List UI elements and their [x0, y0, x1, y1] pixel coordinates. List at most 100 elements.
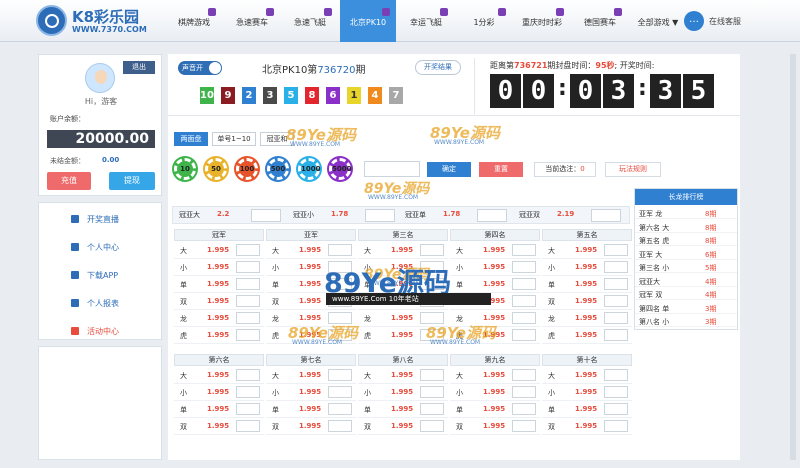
bet-row[interactable]: 虎 1.995: [542, 327, 632, 344]
bet-amount-field[interactable]: [604, 420, 628, 432]
sidebar-item-4[interactable]: 活动中心: [39, 321, 163, 343]
sidebar-item-1[interactable]: 个人中心: [39, 237, 163, 259]
sidebar-item-0[interactable]: 开奖直播: [39, 209, 163, 231]
chip-1000[interactable]: 1000: [298, 158, 320, 180]
bet-amount-field[interactable]: [236, 329, 260, 341]
bet-row[interactable]: 大 1.995: [450, 367, 540, 384]
bet-row[interactable]: 单 1.995: [174, 276, 264, 293]
bet-amount-field[interactable]: [236, 244, 260, 256]
reset-button[interactable]: 重置: [479, 162, 523, 177]
sound-toggle[interactable]: 声音开: [178, 61, 222, 75]
bet-amount-field[interactable]: [236, 312, 260, 324]
bet-amount-field[interactable]: [420, 403, 444, 415]
bet-row[interactable]: 小 1.995: [174, 384, 264, 401]
bet-row[interactable]: 大 1.995: [542, 367, 632, 384]
logout-button[interactable]: 退出: [123, 61, 155, 74]
bet-amount-field[interactable]: [236, 295, 260, 307]
bet-amount-field[interactable]: [604, 403, 628, 415]
nav-item-6[interactable]: 重庆时时彩: [514, 0, 570, 42]
bet-row[interactable]: 单 1.995: [542, 401, 632, 418]
scrollbar[interactable]: [790, 54, 796, 460]
bet-row[interactable]: 小 1.995: [542, 384, 632, 401]
confirm-button[interactable]: 确定: [427, 162, 471, 177]
bet-amount-field[interactable]: [512, 403, 536, 415]
bet-row[interactable]: 小 1.995: [542, 259, 632, 276]
bet-amount-input[interactable]: [364, 161, 420, 177]
bet-row[interactable]: 大 1.995: [358, 242, 448, 259]
bet-amount-field[interactable]: [236, 278, 260, 290]
bet-amount-field[interactable]: [512, 295, 536, 307]
sum-bet-input[interactable]: [251, 209, 281, 222]
nav-item-5[interactable]: 1分彩: [456, 0, 512, 42]
bet-row[interactable]: 双 1.995: [174, 293, 264, 310]
bet-amount-field[interactable]: [512, 369, 536, 381]
bet-row[interactable]: 单 1.995: [266, 401, 356, 418]
chip-5000[interactable]: 5000: [329, 158, 351, 180]
rules-button[interactable]: 玩法规则: [605, 162, 661, 177]
bet-row[interactable]: 大 1.995: [174, 367, 264, 384]
sidebar-item-3[interactable]: 个人报表: [39, 293, 163, 315]
draw-result-button[interactable]: 开奖结果: [415, 60, 461, 75]
bet-row[interactable]: 双 1.995: [174, 418, 264, 435]
bet-amount-field[interactable]: [420, 420, 444, 432]
bet-amount-field[interactable]: [604, 312, 628, 324]
bet-amount-field[interactable]: [328, 369, 352, 381]
sum-bet-input[interactable]: [591, 209, 621, 222]
bet-amount-field[interactable]: [512, 244, 536, 256]
bet-amount-field[interactable]: [512, 420, 536, 432]
bet-amount-field[interactable]: [512, 278, 536, 290]
bet-amount-field[interactable]: [512, 312, 536, 324]
bet-amount-field[interactable]: [604, 278, 628, 290]
nav-item-7[interactable]: 德国赛车: [572, 0, 628, 42]
bet-amount-field[interactable]: [328, 386, 352, 398]
bet-amount-field[interactable]: [512, 329, 536, 341]
bet-row[interactable]: 大 1.995: [542, 242, 632, 259]
bet-amount-field[interactable]: [604, 244, 628, 256]
bet-row[interactable]: 大 1.995: [174, 242, 264, 259]
bet-row[interactable]: 大 1.995: [266, 367, 356, 384]
bet-row[interactable]: 单 1.995: [358, 401, 448, 418]
bet-amount-field[interactable]: [236, 386, 260, 398]
bet-row[interactable]: 虎 1.995: [174, 327, 264, 344]
site-logo[interactable]: K8彩乐园 WWW.7370.COM: [36, 5, 156, 37]
bet-row[interactable]: 单 1.995: [542, 276, 632, 293]
bet-row[interactable]: 双 1.995: [542, 418, 632, 435]
chip-10[interactable]: 10: [174, 158, 196, 180]
bet-amount-field[interactable]: [420, 386, 444, 398]
bet-row[interactable]: 大 1.995: [450, 242, 540, 259]
bet-amount-field[interactable]: [512, 386, 536, 398]
bet-amount-field[interactable]: [604, 369, 628, 381]
bet-amount-field[interactable]: [420, 369, 444, 381]
bet-row[interactable]: 双 1.995: [266, 418, 356, 435]
tab-0[interactable]: 两面盘: [174, 132, 208, 146]
bet-amount-field[interactable]: [328, 403, 352, 415]
bet-row[interactable]: 双 1.995: [542, 293, 632, 310]
bet-amount-field[interactable]: [420, 244, 444, 256]
bet-row[interactable]: 小 1.995: [266, 384, 356, 401]
bet-row[interactable]: 小 1.995: [358, 384, 448, 401]
bet-amount-field[interactable]: [512, 261, 536, 273]
chip-500[interactable]: 500: [267, 158, 289, 180]
nav-item-3[interactable]: 北京PK10: [340, 0, 396, 42]
bet-row[interactable]: 龙 1.995: [174, 310, 264, 327]
chip-100[interactable]: 100: [236, 158, 258, 180]
online-service[interactable]: … 在线客服: [684, 11, 774, 33]
chip-50[interactable]: 50: [205, 158, 227, 180]
bet-row[interactable]: 小 1.995: [174, 259, 264, 276]
bet-row[interactable]: 单 1.995: [174, 401, 264, 418]
bet-amount-field[interactable]: [236, 261, 260, 273]
sum-bet-input[interactable]: [365, 209, 395, 222]
bet-amount-field[interactable]: [328, 244, 352, 256]
bet-row[interactable]: 双 1.995: [450, 418, 540, 435]
bet-amount-field[interactable]: [604, 295, 628, 307]
nav-item-1[interactable]: 急速赛车: [224, 0, 280, 42]
bet-amount-field[interactable]: [604, 329, 628, 341]
bet-amount-field[interactable]: [236, 369, 260, 381]
bet-amount-field[interactable]: [604, 386, 628, 398]
tab-1[interactable]: 单号1~10: [212, 132, 256, 146]
sum-bet-input[interactable]: [477, 209, 507, 222]
bet-row[interactable]: 双 1.995: [358, 418, 448, 435]
bet-row[interactable]: 龙 1.995: [542, 310, 632, 327]
bet-amount-field[interactable]: [236, 420, 260, 432]
bet-amount-field[interactable]: [236, 403, 260, 415]
